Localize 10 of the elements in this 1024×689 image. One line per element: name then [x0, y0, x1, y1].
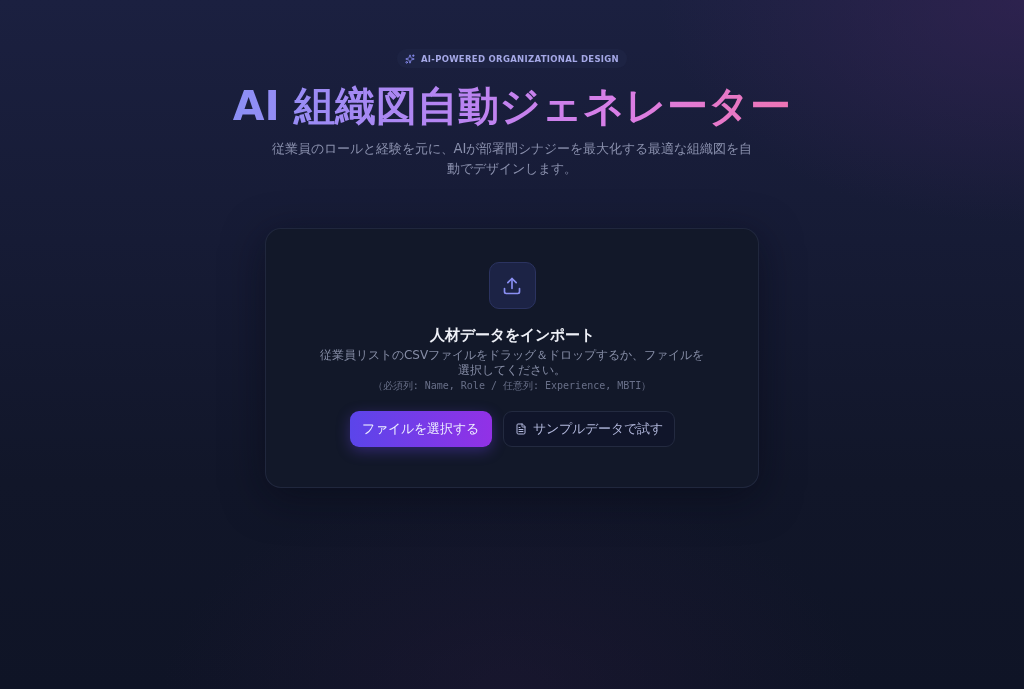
- page-subtitle: 従業員のロールと経験を元に、AIが部署間シナジーを最大化する最適な組織図を自動でデザインします。: [270, 140, 754, 178]
- tagline-text: AI-POWERED ORGANIZATIONAL DESIGN: [420, 53, 620, 64]
- document-icon: [514, 423, 527, 435]
- sparkle-icon: [404, 53, 415, 64]
- import-description: 従業員リストのCSVファイルをドラッグ＆ドロップするか、ファイルを選択してください。: [318, 348, 706, 378]
- sample-data-button[interactable]: サンプルデータで試す: [502, 411, 675, 447]
- choose-file-button[interactable]: ファイルを選択する: [349, 411, 492, 447]
- import-heading: 人材データをインポート: [429, 325, 595, 345]
- upload-icon: [488, 262, 536, 309]
- column-hint: （必須列: Name, Role / 任意列: Experience, MBTI）: [372, 379, 652, 393]
